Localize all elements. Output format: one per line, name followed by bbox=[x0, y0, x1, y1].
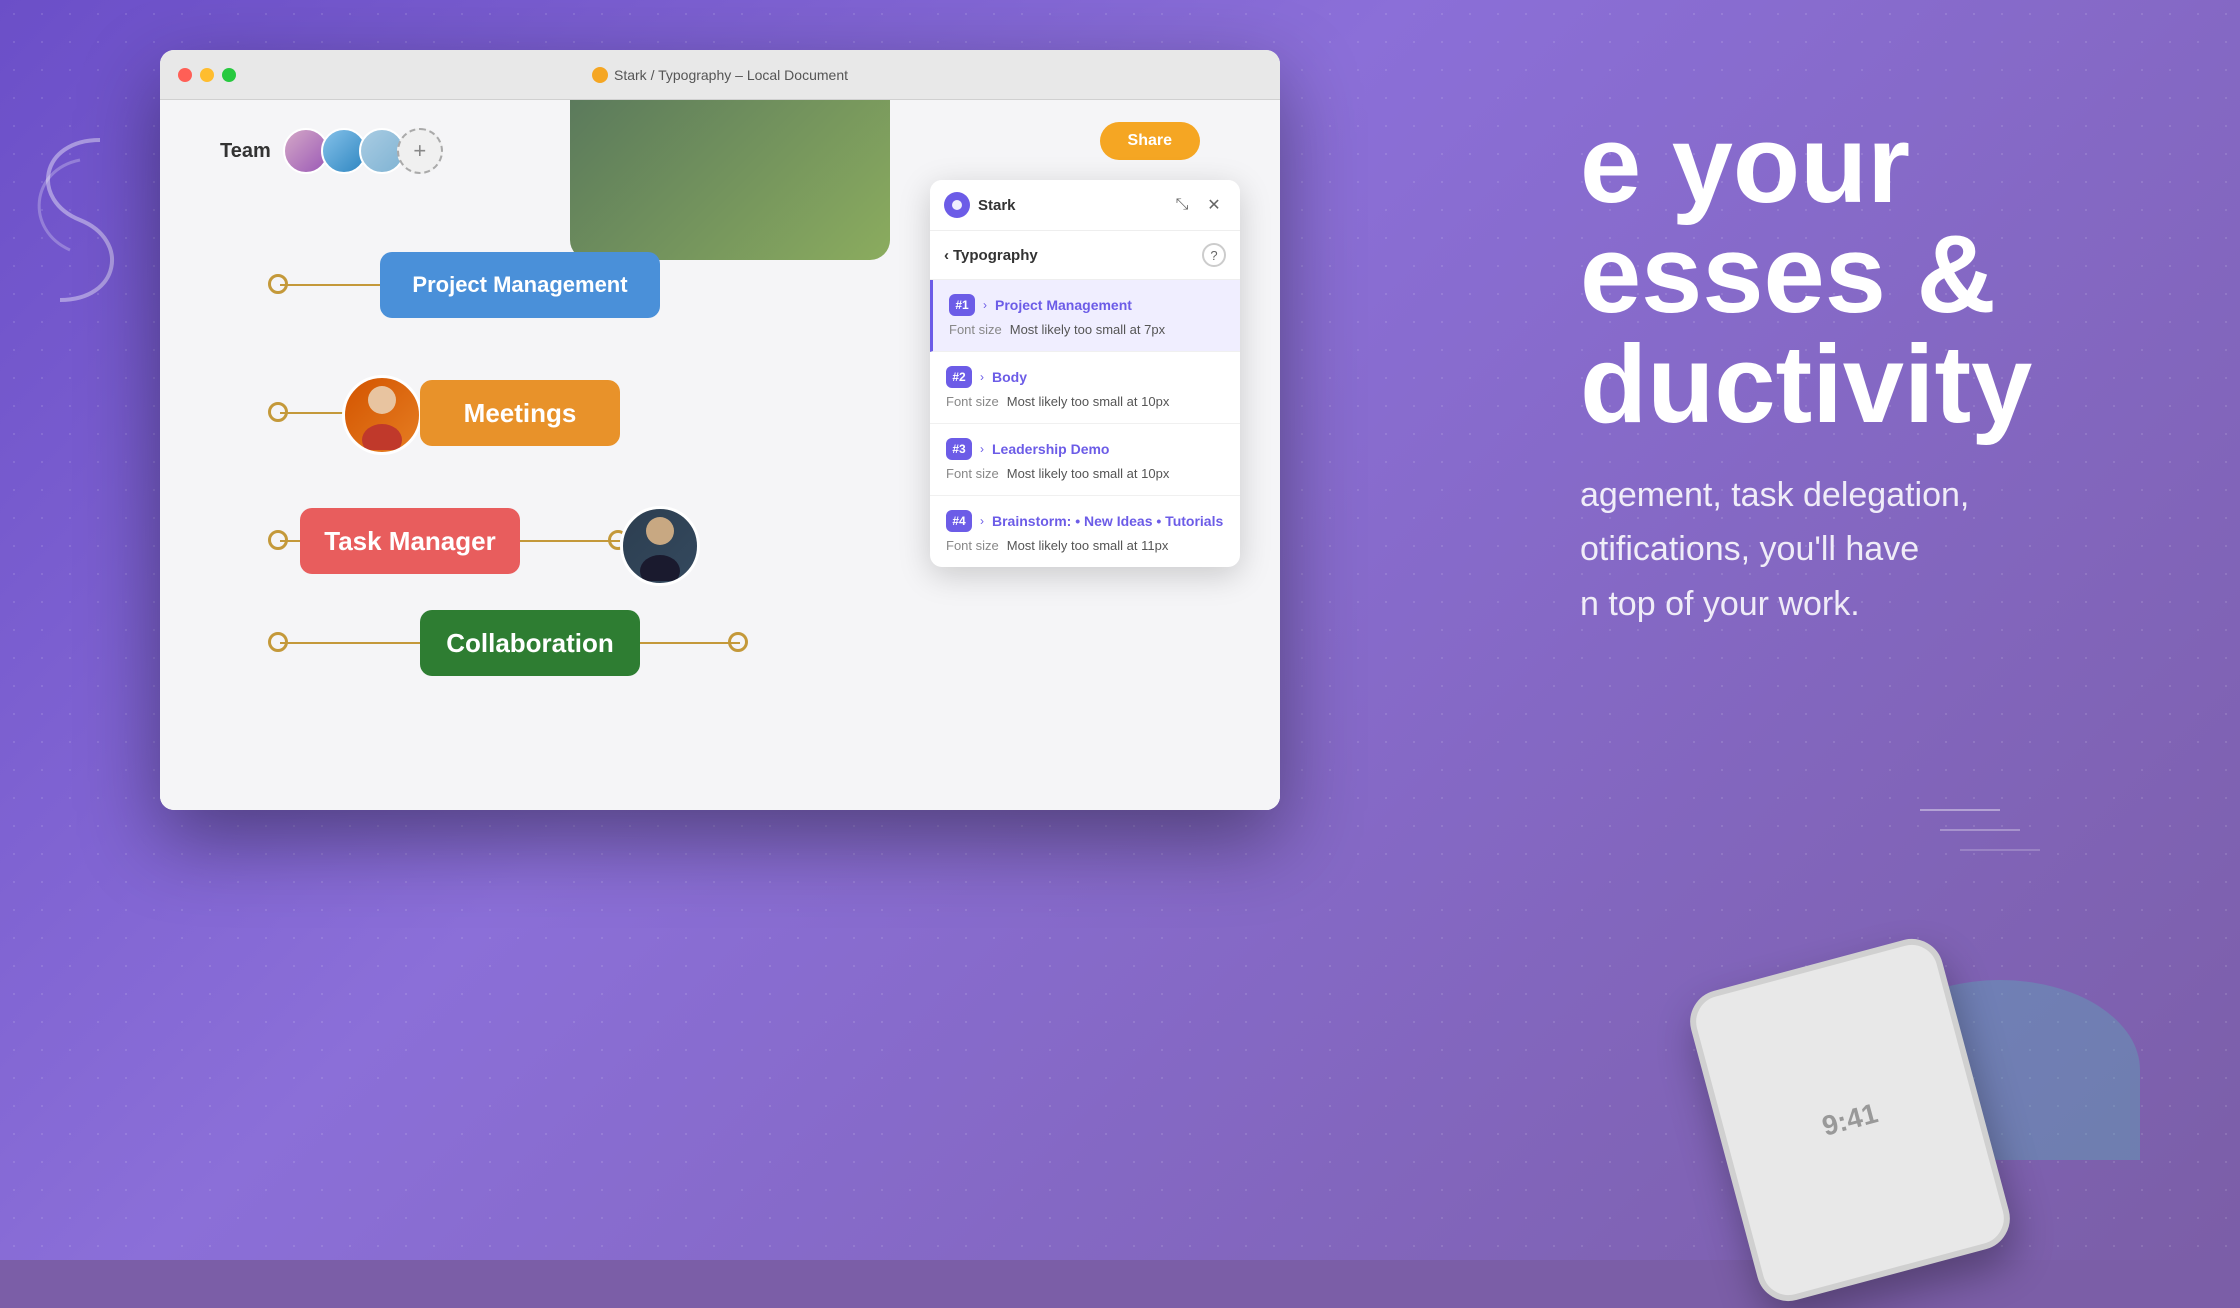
typo-val-1: Most likely too small at 7px bbox=[1010, 322, 1165, 337]
typography-item-4[interactable]: #4 › Brainstorm: • New Ideas • Tutorials… bbox=[930, 496, 1240, 567]
typography-item-1[interactable]: #1 › Project Management Font size Most l… bbox=[930, 280, 1240, 352]
typo-chevron-4: › bbox=[980, 514, 984, 528]
window-title: Stark / Typography – Local Document bbox=[592, 67, 848, 83]
close-window-button[interactable] bbox=[178, 68, 192, 82]
typography-item-2[interactable]: #2 › Body Font size Most likely too smal… bbox=[930, 352, 1240, 424]
dot-2 bbox=[268, 402, 288, 422]
node-task[interactable]: Task Manager bbox=[300, 508, 520, 574]
typo-name-4: Brainstorm: • New Ideas • Tutorials bbox=[992, 513, 1223, 529]
typo-name-2: Body bbox=[992, 369, 1027, 385]
maximize-window-button[interactable] bbox=[222, 68, 236, 82]
typo-num-2: #2 bbox=[946, 366, 972, 388]
profile-meetings bbox=[342, 375, 422, 455]
title-icon bbox=[592, 67, 608, 83]
stark-panel-header: ‹ Typography ? bbox=[930, 231, 1240, 280]
stark-panel: Stark ⤡ ✕ ‹ Typography ? bbox=[930, 180, 1240, 567]
typo-num-3: #3 bbox=[946, 438, 972, 460]
phone-body: 9:41 bbox=[1683, 932, 2017, 1308]
dot-6 bbox=[728, 632, 748, 652]
deco-lines bbox=[1920, 800, 2040, 880]
phone-time: 9:41 bbox=[1819, 1097, 1881, 1142]
back-chevron-icon: ‹ bbox=[944, 247, 949, 264]
avatar-group: + bbox=[283, 128, 443, 174]
headline: e your esses & ductivity bbox=[1580, 110, 2180, 440]
dot-3 bbox=[268, 530, 288, 550]
stark-logo-area: Stark bbox=[944, 192, 1016, 218]
typo-name-1: Project Management bbox=[995, 297, 1132, 313]
stark-controls: ⤡ ✕ bbox=[1170, 193, 1226, 217]
team-section: Team + bbox=[220, 128, 443, 174]
typo-key-1: Font size bbox=[949, 322, 1002, 337]
typo-chevron-1: › bbox=[983, 298, 987, 312]
typo-key-2: Font size bbox=[946, 394, 999, 409]
subtext: agement, task delegation, otifications, … bbox=[1580, 468, 2180, 631]
typo-chevron-2: › bbox=[980, 370, 984, 384]
help-button[interactable]: ? bbox=[1202, 243, 1226, 267]
minimize-panel-button[interactable]: ⤡ bbox=[1170, 193, 1194, 217]
typo-val-3: Most likely too small at 10px bbox=[1007, 466, 1170, 481]
node-meetings[interactable]: Meetings bbox=[420, 380, 620, 446]
node-collab[interactable]: Collaboration bbox=[420, 610, 640, 676]
typo-val-4: Most likely too small at 11px bbox=[1007, 538, 1169, 553]
node-project[interactable]: Project Management bbox=[380, 252, 660, 318]
swirl-decoration bbox=[20, 120, 140, 320]
dot-1 bbox=[268, 274, 288, 294]
mindmap: Project Management Meetings Task Manager… bbox=[220, 210, 920, 770]
canvas-area[interactable]: Team + Share bbox=[160, 100, 1280, 810]
phone-mockup: 9:41 bbox=[1720, 960, 1980, 1280]
typo-chevron-3: › bbox=[980, 442, 984, 456]
typo-key-4: Font size bbox=[946, 538, 999, 553]
add-avatar-button[interactable]: + bbox=[397, 128, 443, 174]
typo-num-4: #4 bbox=[946, 510, 972, 532]
dot-5 bbox=[268, 632, 288, 652]
window-content: Team + Share bbox=[160, 100, 1280, 810]
typo-num-1: #1 bbox=[949, 294, 975, 316]
team-label: Team bbox=[220, 140, 271, 163]
macos-window: Stark / Typography – Local Document Team… bbox=[160, 50, 1280, 810]
profile-task bbox=[620, 506, 700, 586]
close-panel-button[interactable]: ✕ bbox=[1202, 193, 1226, 217]
stark-logo-text: Stark bbox=[978, 197, 1016, 214]
stark-titlebar: Stark ⤡ ✕ bbox=[930, 180, 1240, 231]
typography-list: #1 › Project Management Font size Most l… bbox=[930, 280, 1240, 567]
typography-item-3[interactable]: #3 › Leadership Demo Font size Most like… bbox=[930, 424, 1240, 496]
typo-name-3: Leadership Demo bbox=[992, 441, 1109, 457]
typo-key-3: Font size bbox=[946, 466, 999, 481]
typo-val-2: Most likely too small at 10px bbox=[1007, 394, 1170, 409]
stark-logo-icon bbox=[944, 192, 970, 218]
right-hero-text: e your esses & ductivity agement, task d… bbox=[1540, 50, 2240, 691]
minimize-window-button[interactable] bbox=[200, 68, 214, 82]
back-button[interactable]: ‹ Typography bbox=[944, 247, 1038, 264]
title-bar: Stark / Typography – Local Document bbox=[160, 50, 1280, 100]
share-button[interactable]: Share bbox=[1100, 122, 1200, 160]
window-controls bbox=[178, 68, 236, 82]
